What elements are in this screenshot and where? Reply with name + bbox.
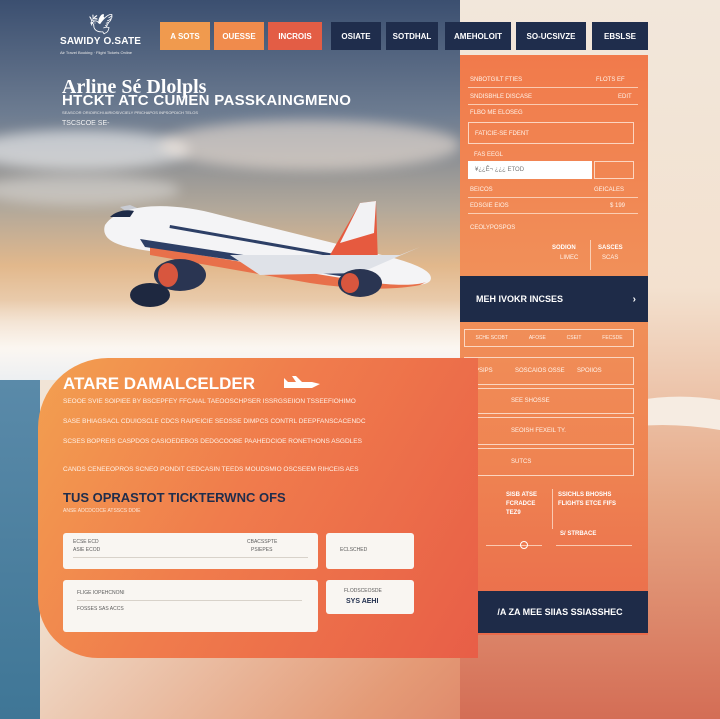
- tickets-title: TUS OPRASTOT TICKTERWNC OFS: [63, 490, 286, 505]
- price-option-1[interactable]: SODION: [552, 245, 576, 251]
- detail-left: SISB ATSE FCRADCE TEZ9: [506, 492, 538, 516]
- ticket-card[interactable]: FLODSCEOSDE SYS AEHI: [326, 580, 414, 614]
- divider-vertical: [590, 240, 591, 270]
- date-input[interactable]: [594, 161, 634, 179]
- hero-subtitle: HTCKT ATC CUMEN PASSKAINGMENO: [62, 92, 352, 109]
- slider-track[interactable]: [486, 545, 542, 546]
- brand-tagline: Air Travel Booking · Flight Tickets Onli…: [60, 50, 133, 55]
- ticket-value: SYS AEHI: [346, 598, 379, 605]
- price-option-2-sub: SCAS: [602, 255, 619, 261]
- nav-item-5[interactable]: SOTDHAL: [386, 22, 438, 50]
- panel-row-label: SNBOTGILT FTIES: [470, 77, 523, 83]
- detail-small: S/ STRBACE: [560, 531, 597, 537]
- left-accent-strip: [0, 380, 40, 719]
- chevron-right-icon: ›: [632, 293, 636, 305]
- ticket-label: ECLSCHED: [340, 547, 368, 553]
- ticket-card[interactable]: ECSE ECD ASIE ECOD CBACSSPTE PSIEPES: [63, 533, 318, 569]
- from-input[interactable]: ¥¿¿Ê¬ ¿¿¿ ETOD: [468, 161, 592, 179]
- menu-button[interactable]: MEH IVOKR INCSES ›: [460, 276, 648, 322]
- detail-right: SSICHLS BHOSHS FLIGHTS ETCE FIFS: [558, 492, 616, 507]
- option-row[interactable]: SEE SHOSSE: [470, 388, 634, 414]
- option-row[interactable]: SUTCS: [470, 448, 634, 476]
- total-label: EDSGIE EIOS: [470, 203, 509, 209]
- field-label: FATICIE-SE FDENT: [475, 131, 529, 137]
- option-label: SUTCS: [511, 459, 532, 465]
- tab-1[interactable]: SCHE SCOBT: [475, 335, 508, 341]
- ticket-label: CBACSSPTE: [247, 539, 278, 545]
- plane-icon: [284, 376, 320, 388]
- nav-item-1[interactable]: A SOTS: [160, 22, 210, 50]
- from-label: FAS EEGL: [474, 152, 504, 158]
- cloud-shape: [160, 120, 460, 170]
- panel-row-value: FLOTS EF: [596, 77, 625, 83]
- option-label: SOSCAIOS OSSE: [515, 368, 565, 374]
- nav-item-2[interactable]: OUESSE: [214, 22, 264, 50]
- tab-3[interactable]: CSEIT: [567, 335, 582, 341]
- divider: [468, 104, 638, 105]
- info-line: SASE BHIAGSACL CDUIOSCLE CDCS RAIPEICIE …: [63, 418, 366, 425]
- option-row[interactable]: SPSIPS SOSCAIOS OSSE SPOIIOS: [464, 357, 634, 385]
- price-option-1-sub: LIMEC: [560, 255, 579, 261]
- total-value: $ 199: [610, 203, 626, 209]
- info-line: SCSES BOPREIS CASPDOS CASIOEDEBOS DEDGCO…: [63, 438, 362, 445]
- tab-2[interactable]: AFOSE: [529, 335, 546, 341]
- confirm-button[interactable]: /A ZA MEE SIIAS SSIASSHEC: [472, 591, 648, 633]
- confirm-button-label: /A ZA MEE SIIAS SSIASSHEC: [497, 607, 623, 617]
- panel-edit-link[interactable]: EDIT: [618, 94, 632, 100]
- ticket-label: ASIE ECOD: [73, 547, 101, 553]
- divider: [468, 197, 638, 198]
- menu-button-label: MEH IVOKR INCSES: [476, 294, 564, 304]
- ticket-label: FLIGE IOPEHCNONI: [77, 590, 125, 596]
- ticket-label: FOSSES SAS ACCS: [77, 606, 124, 612]
- payment-label: CEOLYPOSPOS: [470, 225, 516, 231]
- brand-logo[interactable]: 🕊 SAWIDY O.SATE Air Travel Booking · Fli…: [60, 12, 160, 55]
- nav-item-4[interactable]: OSIATE: [331, 22, 381, 50]
- hero-small-text-2: TSCSCOE SE-: [62, 120, 110, 127]
- divider: [77, 600, 302, 601]
- option-label: SPOIIOS: [577, 368, 602, 374]
- booking-panel: SNBOTGILT FTIES FLOTS EF SNDISBHLE DISCA…: [460, 55, 648, 635]
- nav-item-6[interactable]: AMEHOLOIT: [445, 22, 511, 50]
- divider: [468, 213, 638, 214]
- option-label: SEOISH FEXEIL TY.: [511, 428, 566, 434]
- tab-bar: SCHE SCOBT AFOSE CSEIT FECSDE: [464, 329, 634, 347]
- divider: [556, 545, 632, 546]
- panel-input-field[interactable]: FATICIE-SE FDENT: [468, 122, 634, 144]
- tab-4[interactable]: FECSDE: [602, 335, 622, 341]
- ticket-label: FLODSCEOSDE: [344, 588, 382, 594]
- nav-item-3[interactable]: INCROIS: [268, 22, 322, 50]
- brand-name: SAWIDY O.SATE: [60, 36, 142, 47]
- info-title: ATARE DAMALCELDER: [63, 374, 256, 393]
- hero-small-text: SEASCOR ORIOIRCHI AIRIOSIVCIELY PRICHAPO…: [62, 110, 199, 115]
- panel-row-label: SNDISBHLE DISCASE: [470, 94, 533, 100]
- info-line: SEOOE SVIE SOIPIEE BY BSCEPFEY FFCAIAL T…: [63, 398, 356, 405]
- slider-handle[interactable]: [520, 541, 528, 549]
- fees-label: BEICOS: [470, 187, 493, 193]
- option-row[interactable]: SEOISH FEXEIL TY.: [470, 417, 634, 445]
- nav-item-7[interactable]: SO-UCSIVZE: [516, 22, 586, 50]
- cloud-shape: [0, 130, 190, 170]
- tickets-subtitle: ANSE ADCDCOCE ATSSCS DDIE: [63, 508, 141, 514]
- ticket-card[interactable]: FLIGE IOPEHCNONI FOSSES SAS ACCS: [63, 580, 318, 632]
- ticket-label: PSIEPES: [251, 547, 273, 553]
- panel-row-label: FLBO ME ELOSEG: [470, 110, 523, 116]
- option-label: SEE SHOSSE: [511, 398, 550, 404]
- fees-value: GEICALES: [594, 187, 625, 193]
- nav-item-8[interactable]: EBSLSE: [592, 22, 648, 50]
- divider: [468, 87, 638, 88]
- airplane-image: [104, 201, 431, 307]
- bird-logo-icon: 🕊: [88, 14, 114, 36]
- divider: [73, 557, 308, 558]
- info-line: CANDS CENEEOPROS SCNEO PONDIT CEDCASIN T…: [63, 466, 359, 473]
- ticket-label: ECSE ECD: [73, 539, 99, 545]
- divider-vertical: [552, 489, 553, 529]
- from-input-value: ¥¿¿Ê¬ ¿¿¿ ETOD: [475, 167, 525, 173]
- ticket-card[interactable]: ECLSCHED: [326, 533, 414, 569]
- price-option-2[interactable]: SASCES: [598, 245, 623, 251]
